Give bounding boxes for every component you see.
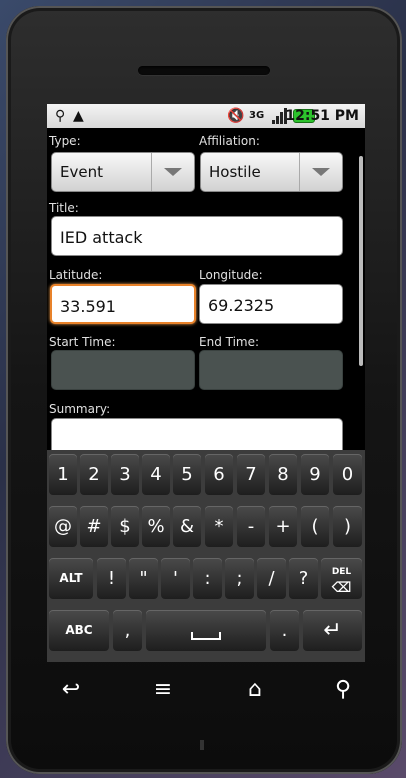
- key-close-paren[interactable]: ): [333, 506, 362, 547]
- affiliation-label: Affiliation:: [199, 134, 260, 148]
- key-double-quote[interactable]: ": [129, 558, 158, 599]
- key-exclamation[interactable]: !: [97, 558, 126, 599]
- type-value: Event: [60, 163, 103, 181]
- summary-label: Summary:: [49, 402, 111, 416]
- clock: 12:51 PM: [285, 108, 359, 124]
- type-label: Type:: [49, 134, 81, 148]
- key-hash[interactable]: #: [80, 506, 108, 547]
- key-6[interactable]: 6: [205, 454, 233, 495]
- key-colon[interactable]: :: [193, 558, 222, 599]
- start-time-label: Start Time:: [49, 335, 116, 349]
- space-icon: [191, 632, 221, 640]
- end-time-label: End Time:: [199, 335, 260, 349]
- longitude-value: 69.2325: [208, 296, 275, 315]
- search-icon[interactable]: ⚲: [323, 672, 363, 708]
- latitude-value: 33.591: [60, 297, 116, 316]
- delete-label: DEL: [331, 567, 352, 577]
- enter-key[interactable]: ↵: [303, 610, 362, 651]
- key-open-paren[interactable]: (: [301, 506, 329, 547]
- title-input[interactable]: IED attack: [51, 216, 343, 256]
- chevron-down-icon: [299, 153, 342, 191]
- key-3[interactable]: 3: [111, 454, 139, 495]
- key-comma[interactable]: ,: [113, 610, 142, 651]
- key-9[interactable]: 9: [301, 454, 329, 495]
- key-asterisk[interactable]: *: [205, 506, 233, 547]
- bezel-detail: [200, 740, 204, 750]
- space-key[interactable]: [146, 610, 266, 651]
- title-label: Title:: [49, 201, 79, 215]
- backspace-icon: ⌫: [331, 580, 352, 596]
- end-time-input[interactable]: [199, 350, 343, 390]
- title-value: IED attack: [60, 228, 143, 247]
- latitude-label: Latitude:: [49, 268, 103, 282]
- warning-icon: ▲: [73, 108, 84, 124]
- key-at[interactable]: @: [49, 506, 77, 547]
- usb-icon: ⚲: [55, 108, 66, 124]
- key-ampersand[interactable]: &: [173, 506, 201, 547]
- earpiece: [138, 66, 270, 75]
- enter-icon: ↵: [323, 618, 342, 643]
- key-percent[interactable]: %: [142, 506, 170, 547]
- 3g-icon: 3G: [249, 110, 265, 121]
- chevron-down-icon: [151, 153, 194, 191]
- key-single-quote[interactable]: ': [161, 558, 190, 599]
- key-7[interactable]: 7: [237, 454, 265, 495]
- key-2[interactable]: 2: [80, 454, 108, 495]
- hardware-nav-bar: ↩ ≡ ⌂ ⚲: [47, 668, 365, 714]
- status-bar: ⚲ ▲ 🔇 3G 12:51 PM: [47, 104, 365, 128]
- type-dropdown[interactable]: Event: [51, 152, 195, 192]
- key-8[interactable]: 8: [269, 454, 297, 495]
- abc-key[interactable]: ABC: [49, 610, 109, 651]
- key-dollar[interactable]: $: [111, 506, 139, 547]
- key-slash[interactable]: /: [257, 558, 286, 599]
- key-question[interactable]: ?: [289, 558, 318, 599]
- key-plus[interactable]: +: [269, 506, 297, 547]
- soft-keyboard: 1 2 3 4 5 6 7 8 9 0 @ # $ % & * - + ( ) …: [47, 450, 365, 662]
- delete-key[interactable]: DEL ⌫: [321, 558, 362, 599]
- mute-icon: 🔇: [227, 108, 245, 124]
- back-icon[interactable]: ↩: [51, 672, 91, 708]
- latitude-input[interactable]: 33.591: [50, 284, 196, 324]
- longitude-input[interactable]: 69.2325: [199, 284, 343, 324]
- key-semicolon[interactable]: ;: [225, 558, 254, 599]
- menu-icon[interactable]: ≡: [143, 672, 183, 708]
- key-minus[interactable]: -: [237, 506, 265, 547]
- summary-input[interactable]: [51, 418, 343, 450]
- home-icon[interactable]: ⌂: [235, 672, 275, 708]
- alt-key[interactable]: ALT: [49, 558, 93, 599]
- start-time-input[interactable]: [51, 350, 195, 390]
- event-form: Type: Affiliation: Event Hostile Title: …: [47, 128, 365, 450]
- key-4[interactable]: 4: [142, 454, 170, 495]
- key-period[interactable]: .: [270, 610, 299, 651]
- affiliation-value: Hostile: [209, 163, 261, 181]
- affiliation-dropdown[interactable]: Hostile: [200, 152, 343, 192]
- scrollbar[interactable]: [359, 156, 363, 366]
- screen: ⚲ ▲ 🔇 3G 12:51 PM Type: Affiliation: Eve…: [47, 104, 365, 662]
- key-1[interactable]: 1: [49, 454, 77, 495]
- key-5[interactable]: 5: [173, 454, 201, 495]
- key-0[interactable]: 0: [333, 454, 362, 495]
- longitude-label: Longitude:: [199, 268, 263, 282]
